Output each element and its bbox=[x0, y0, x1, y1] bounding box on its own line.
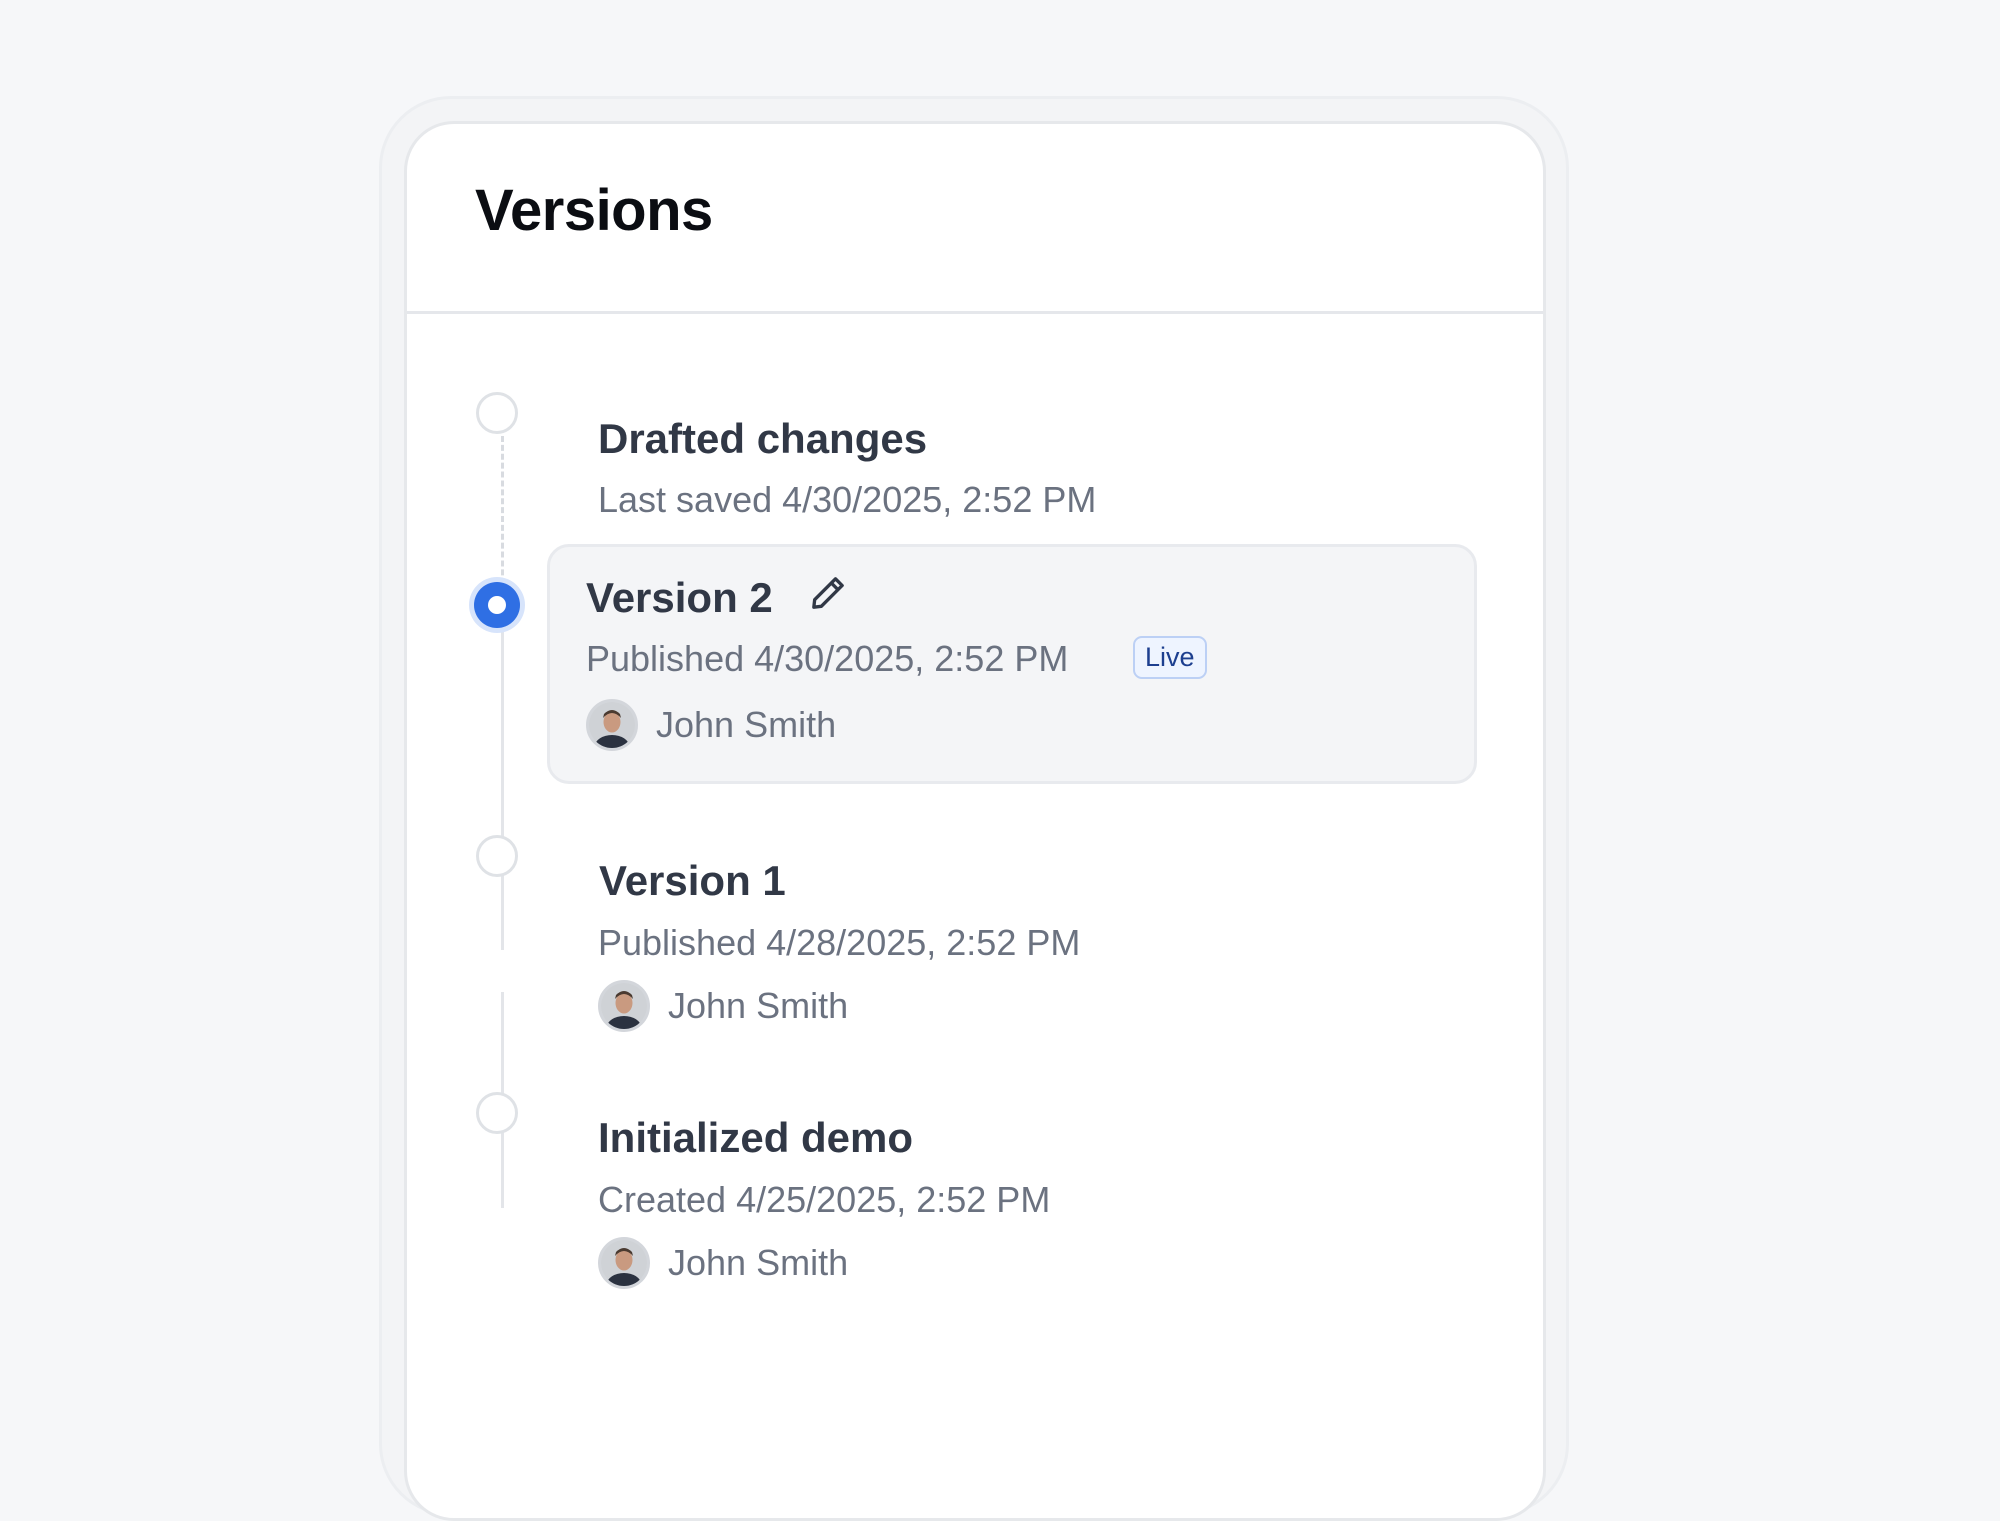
live-badge: Live bbox=[1133, 636, 1207, 679]
avatar bbox=[586, 699, 638, 751]
version-timestamp: Last saved 4/30/2025, 2:52 PM bbox=[598, 479, 1097, 520]
version-author: John Smith bbox=[598, 980, 848, 1032]
version-title: Drafted changes bbox=[598, 415, 928, 462]
avatar bbox=[598, 1237, 650, 1289]
author-name: John Smith bbox=[656, 704, 837, 745]
version-author: John Smith bbox=[598, 1237, 848, 1289]
version-title: Version 1 bbox=[599, 857, 786, 904]
timeline-connector bbox=[501, 628, 504, 950]
timeline-dot-draft bbox=[476, 392, 518, 434]
version-timeline: Drafted changes Last saved 4/30/2025, 2:… bbox=[407, 124, 1543, 1518]
timeline-dot-selected bbox=[474, 582, 520, 628]
versions-panel: Versions Drafted changes Last saved 4/30… bbox=[404, 121, 1546, 1521]
version-title: Version 2 bbox=[586, 574, 773, 621]
timeline-dot-version-1 bbox=[476, 835, 518, 877]
timeline-dot-initialized bbox=[476, 1092, 518, 1134]
version-entry-draft[interactable]: Drafted changes Last saved 4/30/2025, 2:… bbox=[547, 374, 1167, 524]
avatar bbox=[598, 980, 650, 1032]
author-name: John Smith bbox=[668, 1242, 849, 1283]
version-title: Initialized demo bbox=[598, 1114, 914, 1161]
version-author: John Smith bbox=[586, 699, 836, 751]
version-entry-version-2[interactable]: Version 2 Published 4/30/2025, 2:52 PM L… bbox=[547, 544, 1477, 784]
pencil-icon[interactable] bbox=[808, 573, 848, 613]
version-entry-initialized[interactable]: Initialized demo Created 4/25/2025, 2:52… bbox=[547, 1074, 1247, 1294]
version-timestamp: Published 4/28/2025, 2:52 PM bbox=[598, 922, 1081, 963]
author-name: John Smith bbox=[668, 985, 849, 1026]
version-entry-version-1[interactable]: Version 1 Published 4/28/2025, 2:52 PM J… bbox=[547, 814, 1247, 1034]
version-timestamp: Created 4/25/2025, 2:52 PM bbox=[598, 1179, 1051, 1220]
version-timestamp: Published 4/30/2025, 2:52 PM bbox=[586, 638, 1069, 679]
timeline-connector-dashed bbox=[501, 436, 504, 602]
